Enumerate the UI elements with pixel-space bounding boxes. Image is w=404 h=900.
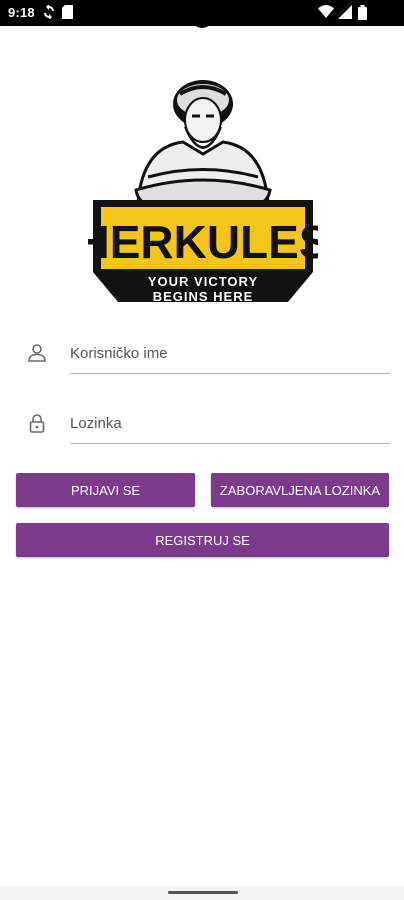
register-button[interactable]: REGISTRUJ SE [16,523,389,557]
password-underline [70,443,390,444]
logo-wordmark: HERKULES [88,216,318,268]
status-time: 9:18 [8,5,35,20]
wifi-icon [318,5,334,18]
signal-icon [338,5,352,19]
forgot-password-button[interactable]: ZABORAVLJENA LOZINKA [211,473,389,507]
username-input[interactable] [70,338,388,368]
username-field[interactable] [20,332,390,376]
lock-icon [26,412,48,434]
status-icons [318,5,378,21]
login-button[interactable]: PRIJAVI SE [16,473,195,507]
sd-card-icon [62,5,73,19]
home-gesture-handle[interactable] [168,891,238,894]
logo-tagline-2: BEGINS HERE [153,289,254,304]
password-input[interactable] [70,408,388,438]
logo-tagline-1: YOUR VICTORY [148,274,258,289]
herkules-logo: HERKULES YOUR VICTORY BEGINS HERE [88,72,318,317]
status-bar: 9:18 [0,0,404,28]
password-field[interactable] [20,402,390,446]
person-icon [26,342,48,364]
navigation-bar [0,886,404,900]
sync-icon [43,4,55,20]
battery-icon [358,5,367,20]
username-underline [70,373,390,374]
camera-cutout [191,6,213,28]
